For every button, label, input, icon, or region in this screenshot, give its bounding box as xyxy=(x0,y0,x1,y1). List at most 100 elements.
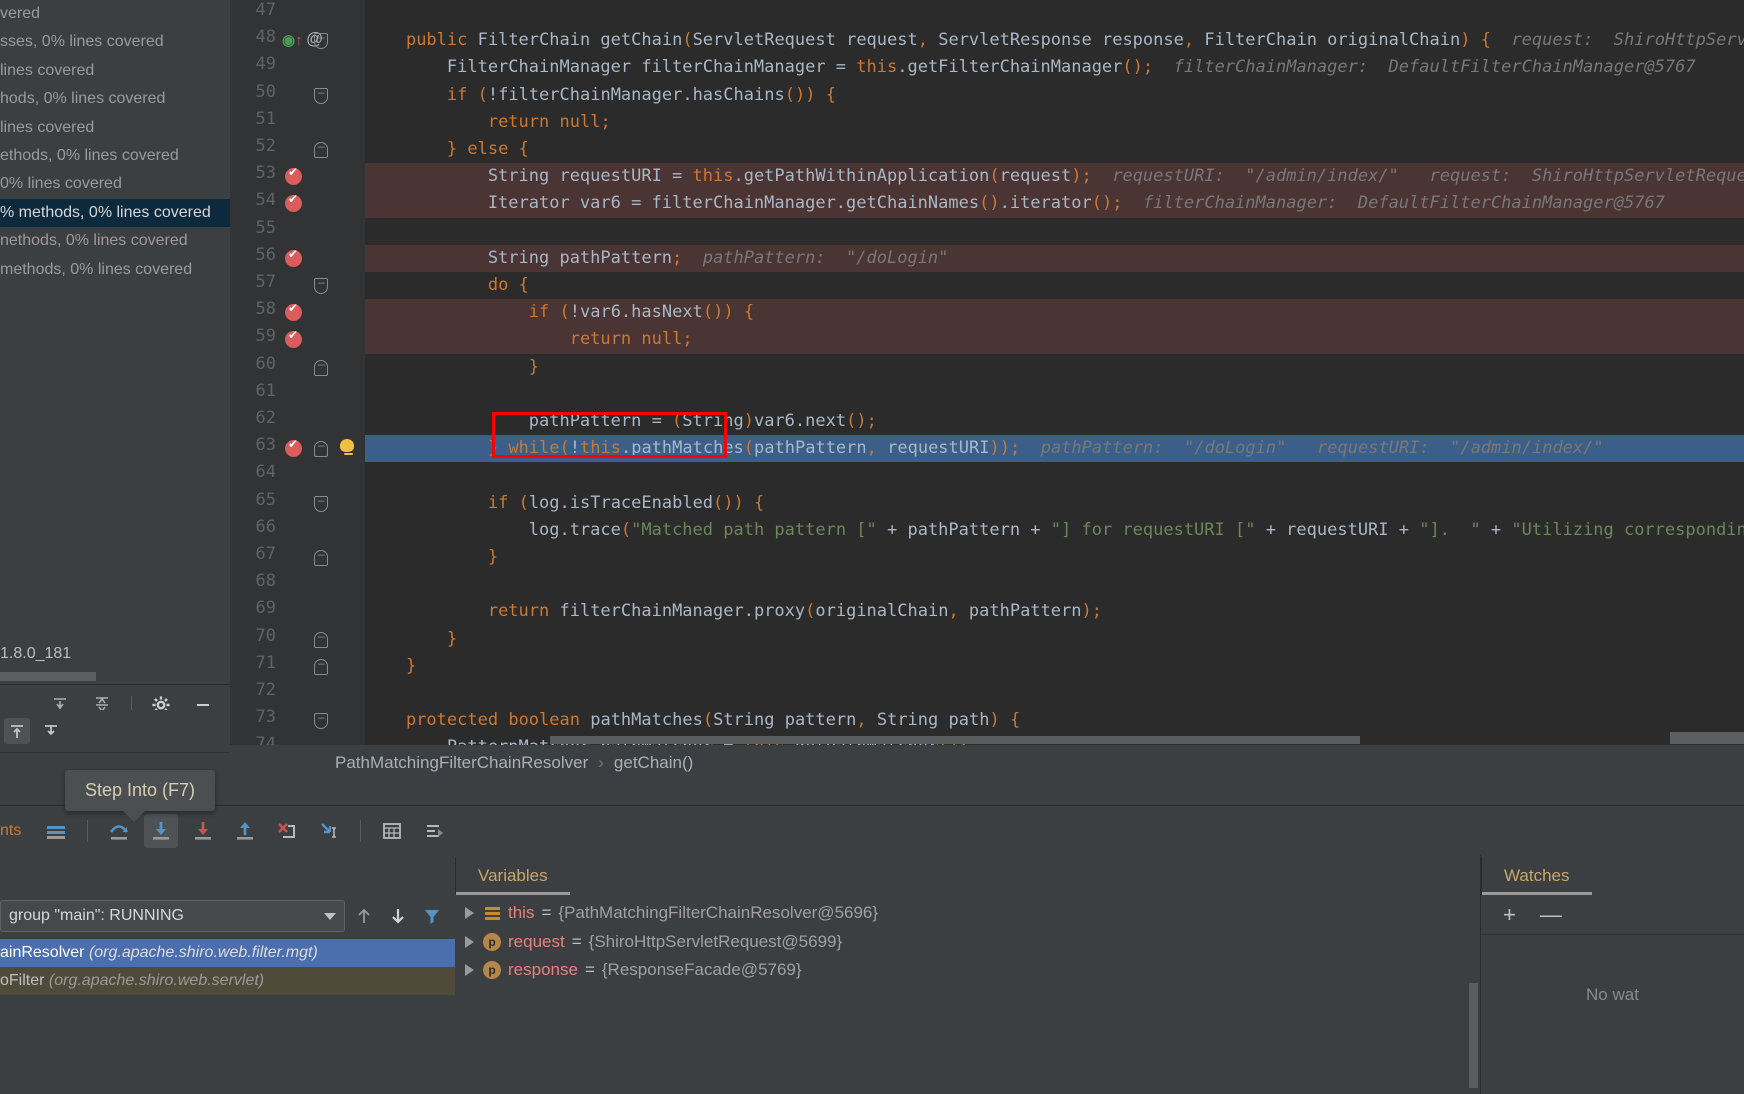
code-line[interactable] xyxy=(365,218,1744,245)
coverage-row[interactable]: 0% lines covered xyxy=(0,170,230,198)
fold-icon[interactable] xyxy=(314,275,328,294)
coverage-row[interactable]: nethods, 0% lines covered xyxy=(0,227,230,255)
code-line[interactable]: log.trace("Matched path pattern [" + pat… xyxy=(365,517,1744,544)
code-line[interactable]: if (!var6.hasNext()) { xyxy=(365,299,1744,327)
coverage-row[interactable]: sses, 0% lines covered xyxy=(0,28,230,56)
code-line[interactable]: FilterChainManager filterChainManager = … xyxy=(365,54,1744,81)
gutter-marks[interactable] xyxy=(230,680,365,707)
fold-end-icon[interactable] xyxy=(314,547,328,566)
code-editor[interactable]: 4748◉↑@495051525354555657585960616263646… xyxy=(230,0,1744,745)
breadcrumb-class[interactable]: PathMatchingFilterChainResolver xyxy=(335,753,588,773)
fold-end-icon[interactable] xyxy=(314,656,328,675)
gutter-marks[interactable] xyxy=(230,490,365,517)
variables-scrollbar[interactable] xyxy=(1469,983,1478,1088)
coverage-row[interactable]: ethods, 0% lines covered xyxy=(0,142,230,170)
gutter-marks[interactable] xyxy=(230,517,365,544)
gutter-marks[interactable] xyxy=(230,707,365,734)
filter-icon[interactable] xyxy=(417,901,447,931)
code-line[interactable]: } xyxy=(365,653,1744,680)
code-line[interactable]: return null; xyxy=(365,109,1744,136)
gutter-marks[interactable] xyxy=(230,272,365,299)
gutter-marks[interactable] xyxy=(230,462,365,489)
coverage-row[interactable]: vered xyxy=(0,0,230,28)
fold-end-icon[interactable] xyxy=(314,629,328,648)
intention-bulb-icon[interactable] xyxy=(340,439,356,457)
code-line[interactable]: String pathPattern; pathPattern: "/doLog… xyxy=(365,244,1744,272)
gutter-marks[interactable] xyxy=(230,598,365,625)
fold-end-icon[interactable] xyxy=(314,357,328,376)
code-line[interactable]: Iterator var6 = filterChainManager.getCh… xyxy=(365,190,1744,218)
code-line[interactable]: return filterChainManager.proxy(original… xyxy=(365,598,1744,625)
code-line[interactable]: protected boolean pathMatches(String pat… xyxy=(365,707,1744,734)
stack-frame-row[interactable]: ainResolver (org.apache.shiro.web.filter… xyxy=(0,939,455,967)
expand-triangle-icon[interactable] xyxy=(465,964,474,977)
gutter-marks[interactable] xyxy=(230,190,365,217)
coverage-row[interactable]: % methods, 0% lines covered xyxy=(0,198,230,228)
gutter-marks[interactable] xyxy=(230,163,365,190)
gutter-marks[interactable]: ◉↑ @ xyxy=(230,27,365,54)
gutter-marks[interactable] xyxy=(230,435,365,462)
gutter-marks[interactable] xyxy=(230,354,365,381)
expand-triangle-icon[interactable] xyxy=(465,935,474,948)
breakpoint-icon[interactable] xyxy=(285,192,302,213)
gutter-marks[interactable] xyxy=(230,408,365,435)
fold-icon[interactable] xyxy=(314,85,328,104)
code-line[interactable]: String requestURI = this.getPathWithinAp… xyxy=(365,163,1744,191)
step-out-coverage-icon[interactable] xyxy=(4,718,30,744)
tab-watches[interactable]: Watches xyxy=(1481,857,1592,895)
gutter-marks[interactable] xyxy=(230,626,365,653)
gutter-marks[interactable] xyxy=(230,734,365,745)
coverage-row[interactable]: lines covered xyxy=(0,57,230,85)
breakpoint-icon[interactable] xyxy=(285,328,302,349)
breakpoint-icon[interactable] xyxy=(285,165,302,186)
breadcrumb[interactable]: PathMatchingFilterChainResolver › getCha… xyxy=(230,745,1744,781)
editor-gutter[interactable]: 4748◉↑@495051525354555657585960616263646… xyxy=(230,0,365,745)
gutter-marks[interactable] xyxy=(230,571,365,598)
gutter-marks[interactable] xyxy=(230,653,365,680)
step-into-coverage-icon[interactable] xyxy=(38,718,64,744)
code-line[interactable] xyxy=(365,381,1744,408)
code-line[interactable]: if (log.isTraceEnabled()) { xyxy=(365,490,1744,517)
gutter-marks[interactable] xyxy=(230,0,365,27)
fold-end-icon[interactable] xyxy=(314,438,328,458)
code-line[interactable]: if (!filterChainManager.hasChains()) { xyxy=(365,82,1744,109)
gutter-marks[interactable] xyxy=(230,54,365,81)
gutter-marks[interactable] xyxy=(230,245,365,272)
coverage-hscrollbar[interactable] xyxy=(0,672,96,681)
code-line[interactable]: do { xyxy=(365,272,1744,299)
variable-row[interactable]: this = {PathMatchingFilterChainResolver@… xyxy=(455,899,1480,928)
variable-row[interactable]: p response = {ResponseFacade@5769} xyxy=(455,956,1480,985)
gutter-marks[interactable] xyxy=(230,326,365,353)
run-method-icon[interactable]: ◉↑ xyxy=(282,31,303,49)
code-line[interactable]: } else { xyxy=(365,136,1744,163)
step-into-icon[interactable] xyxy=(144,813,179,848)
gutter-marks[interactable] xyxy=(230,109,365,136)
code-line[interactable] xyxy=(365,462,1744,489)
gutter-marks[interactable] xyxy=(230,544,365,571)
expand-triangle-icon[interactable] xyxy=(465,907,474,920)
gutter-marks[interactable] xyxy=(230,82,365,109)
coverage-row[interactable]: methods, 0% lines covered xyxy=(0,256,230,284)
fold-end-icon[interactable] xyxy=(314,139,328,158)
force-step-into-icon[interactable] xyxy=(186,814,220,848)
breakpoint-icon[interactable] xyxy=(285,247,302,267)
code-line[interactable]: } xyxy=(365,626,1744,653)
arrow-down-icon[interactable] xyxy=(383,901,413,931)
thread-selector[interactable]: group "main": RUNNING xyxy=(0,900,345,932)
editor-hscrollbar[interactable] xyxy=(550,736,1360,744)
fold-icon[interactable] xyxy=(314,493,328,512)
code-line[interactable]: } while(!this.pathMatches(pathPattern, r… xyxy=(365,435,1744,463)
breakpoint-icon[interactable] xyxy=(285,301,302,322)
coverage-row[interactable]: lines covered xyxy=(0,114,230,142)
show-execution-point-icon[interactable] xyxy=(39,814,73,848)
coverage-row[interactable]: hods, 0% lines covered xyxy=(0,85,230,113)
evaluate-expression-icon[interactable] xyxy=(375,814,409,848)
code-line[interactable]: public FilterChain getChain(ServletReque… xyxy=(365,27,1744,54)
step-out-icon[interactable] xyxy=(228,814,262,848)
code-line[interactable] xyxy=(365,571,1744,598)
code-line[interactable]: return null; xyxy=(365,326,1744,354)
gutter-marks[interactable] xyxy=(230,381,365,408)
gutter-marks[interactable] xyxy=(230,218,365,245)
add-watch-icon[interactable]: + xyxy=(1503,902,1516,928)
variable-row[interactable]: p request = {ShiroHttpServletRequest@5699… xyxy=(455,928,1480,957)
